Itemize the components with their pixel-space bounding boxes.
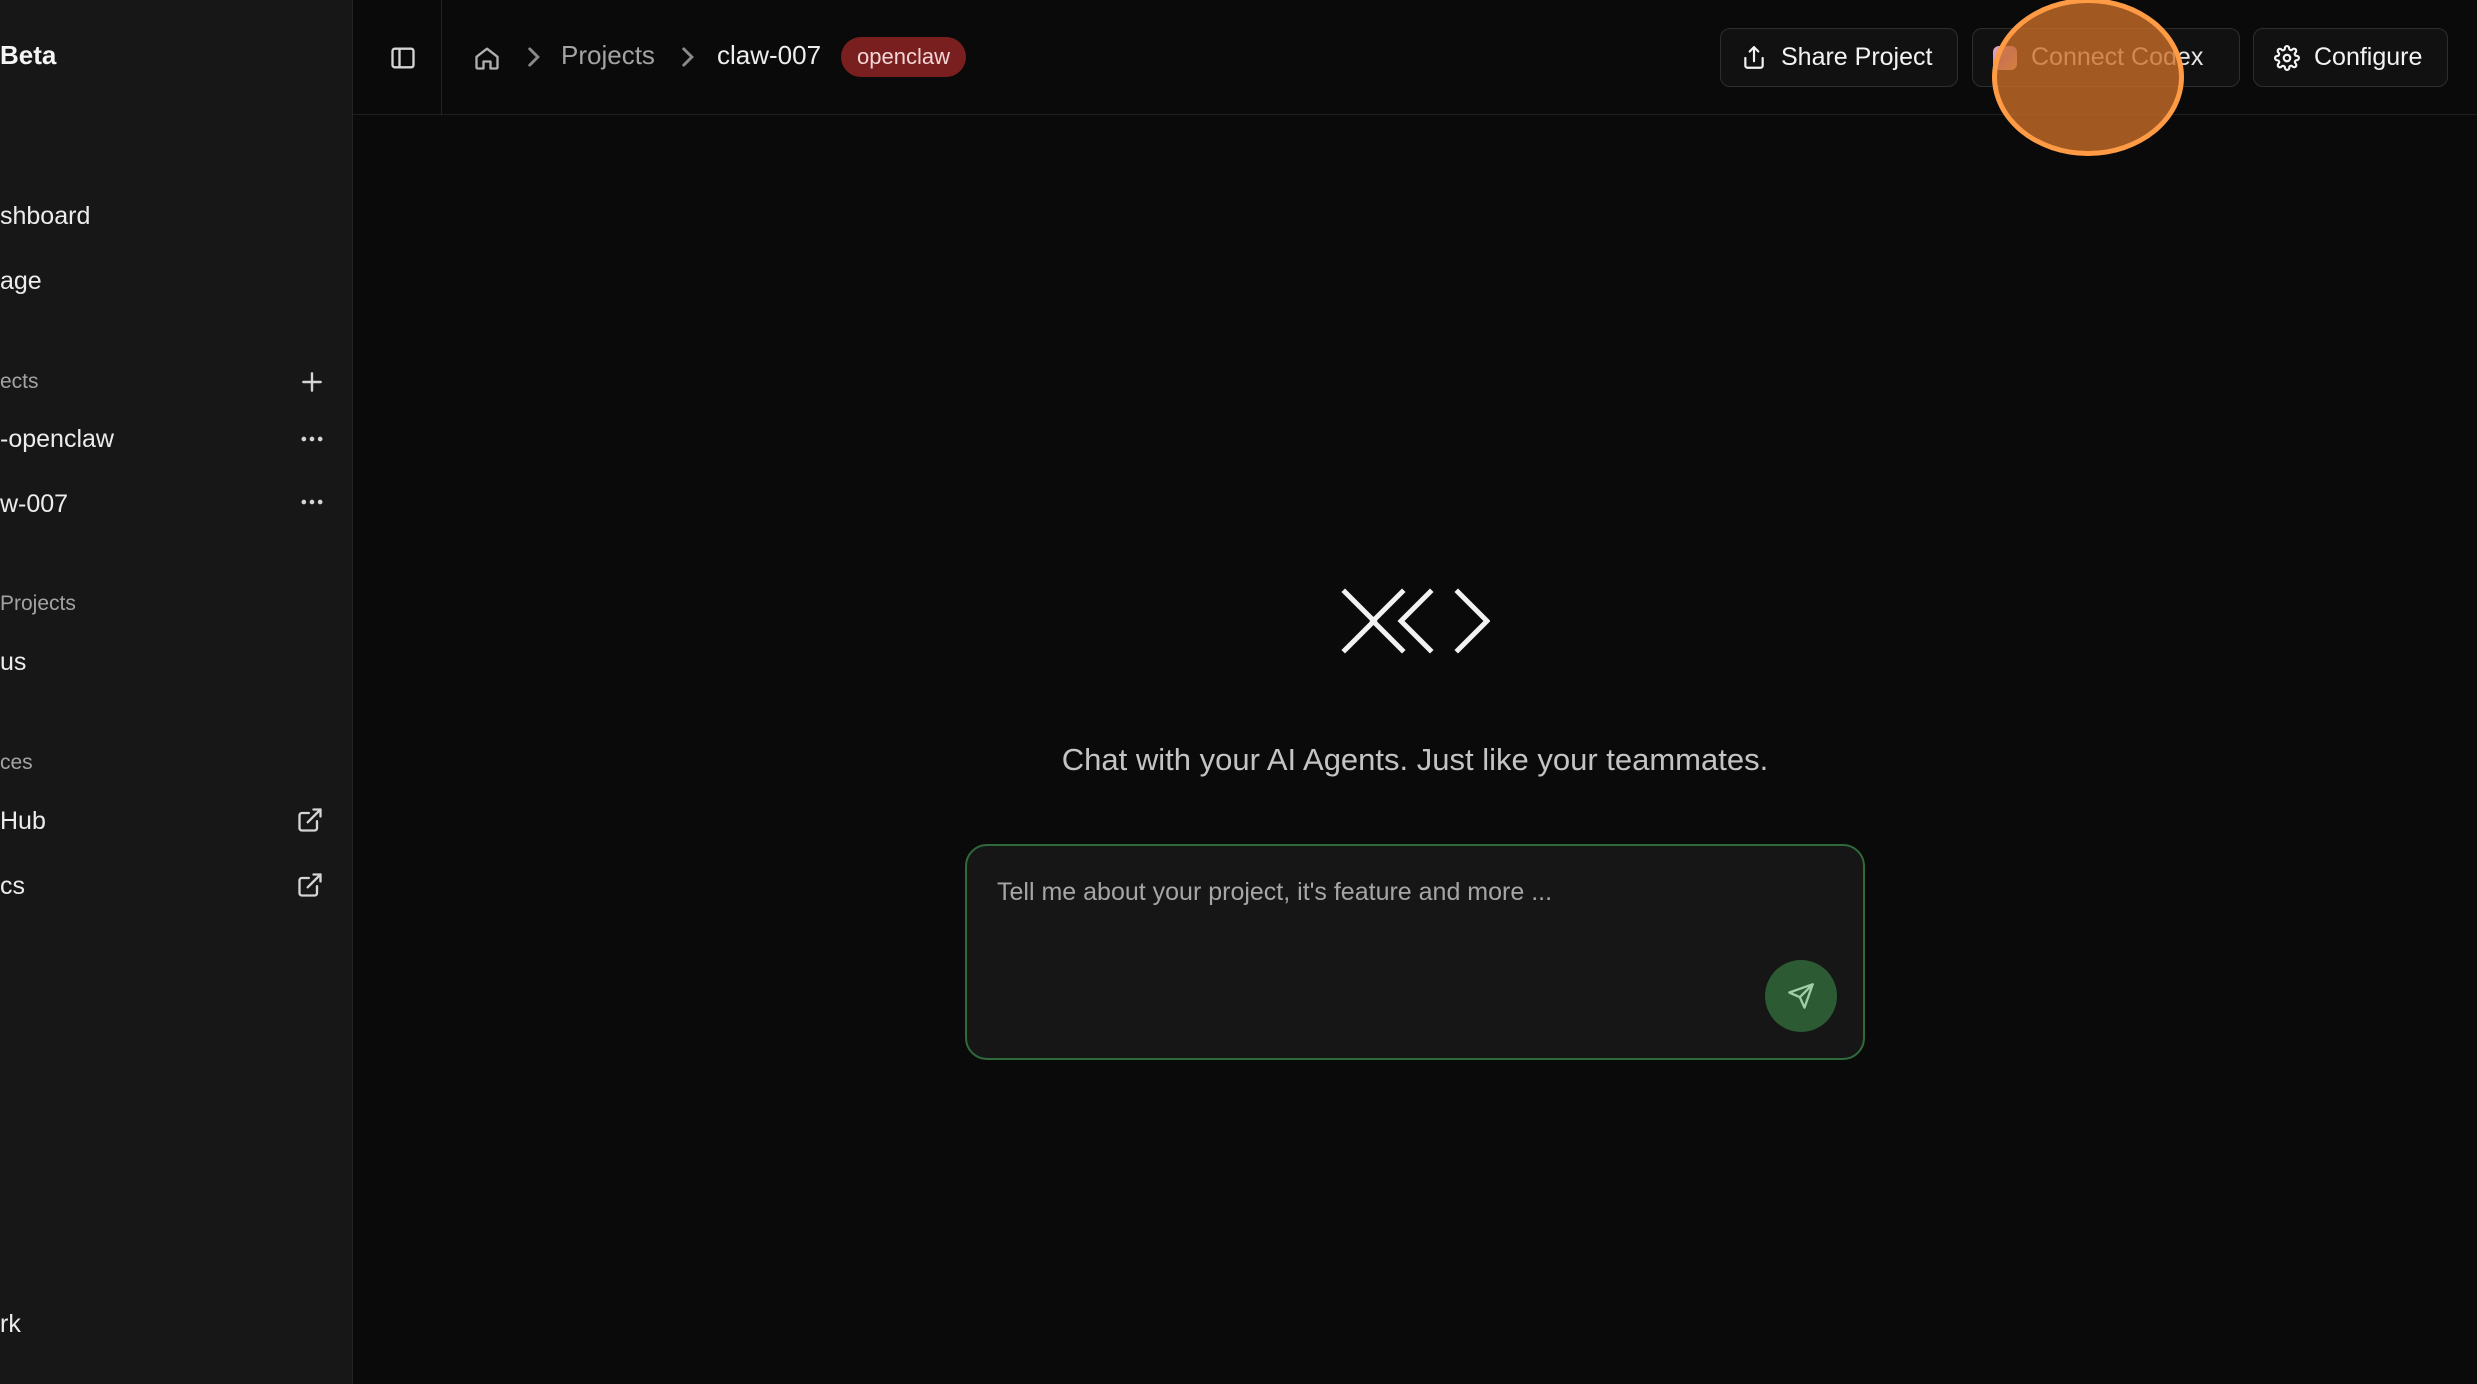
sidebar: Beta shboard age ects -openclaw w-007 Pr… [0,0,353,1384]
more-horizontal-icon [301,436,323,442]
sidebar-resource-hub[interactable]: Hub [0,807,46,836]
sidebar-project-claw-007[interactable]: w-007 [0,490,68,519]
send-button[interactable] [1765,960,1837,1032]
chat-input[interactable] [995,872,1775,912]
codex-icon [1993,45,2017,70]
send-icon [1788,983,1814,1009]
sidebar-item-usage[interactable]: age [0,267,42,296]
tagline-container: Chat with your AI Agents. Just like your… [353,742,2477,778]
app-window: Beta shboard age ects -openclaw w-007 Pr… [0,0,2477,1384]
configure-button[interactable]: Configure [2253,28,2448,87]
external-link-icon [298,808,322,832]
resources-section-header: ces [0,751,33,774]
chevron-right-icon [528,47,540,67]
sidebar-resource-docs[interactable]: cs [0,872,25,901]
top-bar: Projects claw-007 openclaw Share Project… [353,0,2477,115]
home-breadcrumb[interactable] [469,40,505,76]
share-icon [1744,45,1764,69]
projects-section-header: ects [0,370,39,393]
sidebar-panel-icon [391,47,415,69]
external-link-button[interactable] [290,800,330,840]
share-project-label: Share Project [1781,43,1933,71]
toggle-sidebar-button[interactable] [383,38,423,78]
sidebar-footer-item[interactable]: rk [0,1310,21,1339]
topbar-divider [441,0,442,115]
connect-codex-button[interactable]: Connect Codex [1972,28,2240,87]
configure-label: Configure [2314,43,2423,71]
sidebar-item-dashboard[interactable]: shboard [0,202,90,231]
breadcrumb-current-project[interactable]: claw-007 [717,40,821,71]
project-options-button[interactable] [292,419,332,459]
chat-composer [965,844,1865,1060]
external-link-icon [298,873,322,897]
brand-label: Beta [0,40,57,70]
add-project-button[interactable] [292,362,332,402]
project-type-badge: openclaw [841,37,966,77]
breadcrumb-projects[interactable]: Projects [561,40,655,71]
gear-icon [2274,44,2300,71]
plus-icon [302,372,322,392]
shared-projects-section-header: Projects [0,592,76,615]
tagline: Chat with your AI Agents. Just like your… [1061,742,1769,777]
external-link-button[interactable] [290,865,330,905]
connect-codex-label: Connect Codex [2031,43,2204,71]
app-logo-icon [1341,588,1490,654]
sidebar-project-openclaw[interactable]: -openclaw [0,425,114,454]
share-project-button[interactable]: Share Project [1720,28,1958,87]
home-icon [475,47,499,70]
chevron-right-icon [682,47,694,67]
more-horizontal-icon [301,499,323,505]
project-options-button[interactable] [292,482,332,522]
sidebar-shared-project[interactable]: us [0,648,26,677]
